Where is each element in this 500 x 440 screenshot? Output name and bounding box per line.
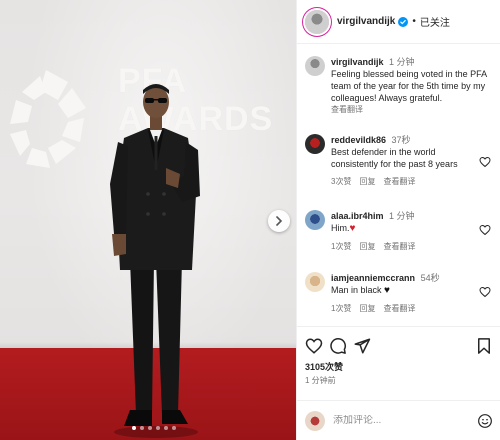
comment-time: 1 分钟 (389, 211, 415, 221)
commenter-username[interactable]: iamjeanniemccrann (331, 273, 415, 283)
comment-text: Best defender in the world consistently … (331, 147, 458, 169)
comment-body: iamjeanniemccrann 54秒 Man in black ♥ 1次赞… (331, 272, 479, 314)
commenter-avatar[interactable] (305, 272, 325, 292)
black-heart-emoji: ♥ (384, 285, 390, 296)
commenter-avatar[interactable] (305, 134, 325, 154)
commenter-username[interactable]: reddevildk86 (331, 135, 386, 145)
following-button[interactable]: 已关注 (420, 14, 450, 29)
comment-time: 54秒 (420, 273, 440, 283)
comment-text-row: Him.♥ (331, 222, 479, 235)
carousel-indicator (132, 426, 176, 430)
comments-list[interactable]: virgilvandijk 1 分钟 Feeling blessed being… (297, 46, 500, 326)
comment-text: Man in black (331, 285, 382, 295)
caption-translate-link[interactable]: 查看翻译 (331, 104, 491, 116)
heart-icon[interactable] (305, 337, 323, 355)
carousel-dot[interactable] (164, 426, 168, 430)
post-info-panel: virgilvandijk • 已关注 virgilvandijk 1 分钟 F… (296, 0, 500, 440)
carousel-dot[interactable] (140, 426, 144, 430)
comment-reply-button[interactable]: 回复 (359, 176, 375, 187)
comment-body: reddevildk86 37秒 Best defender in the wo… (331, 134, 479, 187)
caption-text: Feeling blessed being voted in the PFA t… (331, 69, 487, 103)
comment-head: alaa.ibr4him 1 分钟 (331, 210, 479, 222)
heart-icon[interactable] (479, 224, 491, 236)
viewer-avatar[interactable] (305, 410, 325, 431)
comment-like-count[interactable]: 1次赞 (331, 241, 351, 252)
carousel-dot[interactable] (156, 426, 160, 430)
author-avatar[interactable] (305, 56, 325, 76)
heart-icon[interactable] (479, 156, 491, 168)
post-header: virgilvandijk • 已关注 (297, 0, 500, 44)
comment-reply-button[interactable]: 回复 (359, 303, 375, 314)
comment-like-count[interactable]: 3次赞 (331, 176, 351, 187)
carousel-dot[interactable] (172, 426, 176, 430)
comment-translate-link[interactable]: 查看翻译 (383, 176, 415, 187)
carousel-dot[interactable] (148, 426, 152, 430)
verified-badge-icon (398, 16, 409, 27)
carousel-next-button[interactable] (268, 210, 290, 232)
comment-translate-link[interactable]: 查看翻译 (383, 241, 415, 252)
post-media[interactable]: PFA AWARDS (0, 0, 296, 440)
comment-meta: 1次赞 回复 查看翻译 (331, 241, 479, 252)
caption-body: virgilvandijk 1 分钟 Feeling blessed being… (331, 56, 491, 116)
comment-icon[interactable] (329, 337, 347, 355)
author-username[interactable]: virgilvandijk (337, 16, 395, 27)
man-in-black-suit (110, 84, 200, 438)
caption-time[interactable]: 1 分钟 (389, 57, 415, 67)
instagram-post: PFA AWARDS virgilvandijk • 已关注 virgilvan… (0, 0, 500, 440)
comment-meta: 3次赞 回复 查看翻译 (331, 176, 479, 187)
comment-composer (297, 400, 500, 440)
comment-body: alaa.ibr4him 1 分钟 Him.♥ 1次赞 回复 查看翻译 (331, 210, 479, 252)
chevron-right-icon (276, 216, 283, 226)
comment-reply-button[interactable]: 回复 (359, 241, 375, 252)
caption-username[interactable]: virgilvandijk (331, 57, 384, 67)
bookmark-icon[interactable] (475, 337, 493, 355)
commenter-avatar[interactable] (305, 210, 325, 230)
comment-input[interactable] (333, 415, 453, 426)
emoji-icon[interactable] (477, 413, 493, 429)
caption-head: virgilvandijk 1 分钟 (331, 56, 491, 68)
red-heart-emoji: ♥ (349, 223, 356, 234)
share-icon[interactable] (353, 337, 371, 355)
heart-icon[interactable] (479, 286, 491, 298)
comment-text-row: Man in black ♥ (331, 284, 479, 297)
comment-head: iamjeanniemccrann 54秒 (331, 272, 479, 284)
comment-translate-link[interactable]: 查看翻译 (383, 303, 415, 314)
like-count[interactable]: 3105次赞 (305, 360, 343, 373)
comment-time: 37秒 (391, 135, 411, 145)
comment-head: reddevildk86 37秒 (331, 134, 479, 146)
comment-like-count[interactable]: 1次赞 (331, 303, 351, 314)
header-separator: • (412, 16, 416, 27)
commenter-username[interactable]: alaa.ibr4him (331, 211, 384, 221)
carousel-dot[interactable] (132, 426, 136, 430)
comment-meta: 1次赞 回复 查看翻译 (331, 303, 479, 314)
pfa-logo-mark (10, 70, 86, 168)
author-avatar[interactable] (305, 9, 329, 34)
comment-text: Him. (331, 223, 350, 233)
posted-time[interactable]: 1 分钟前 (305, 375, 336, 386)
